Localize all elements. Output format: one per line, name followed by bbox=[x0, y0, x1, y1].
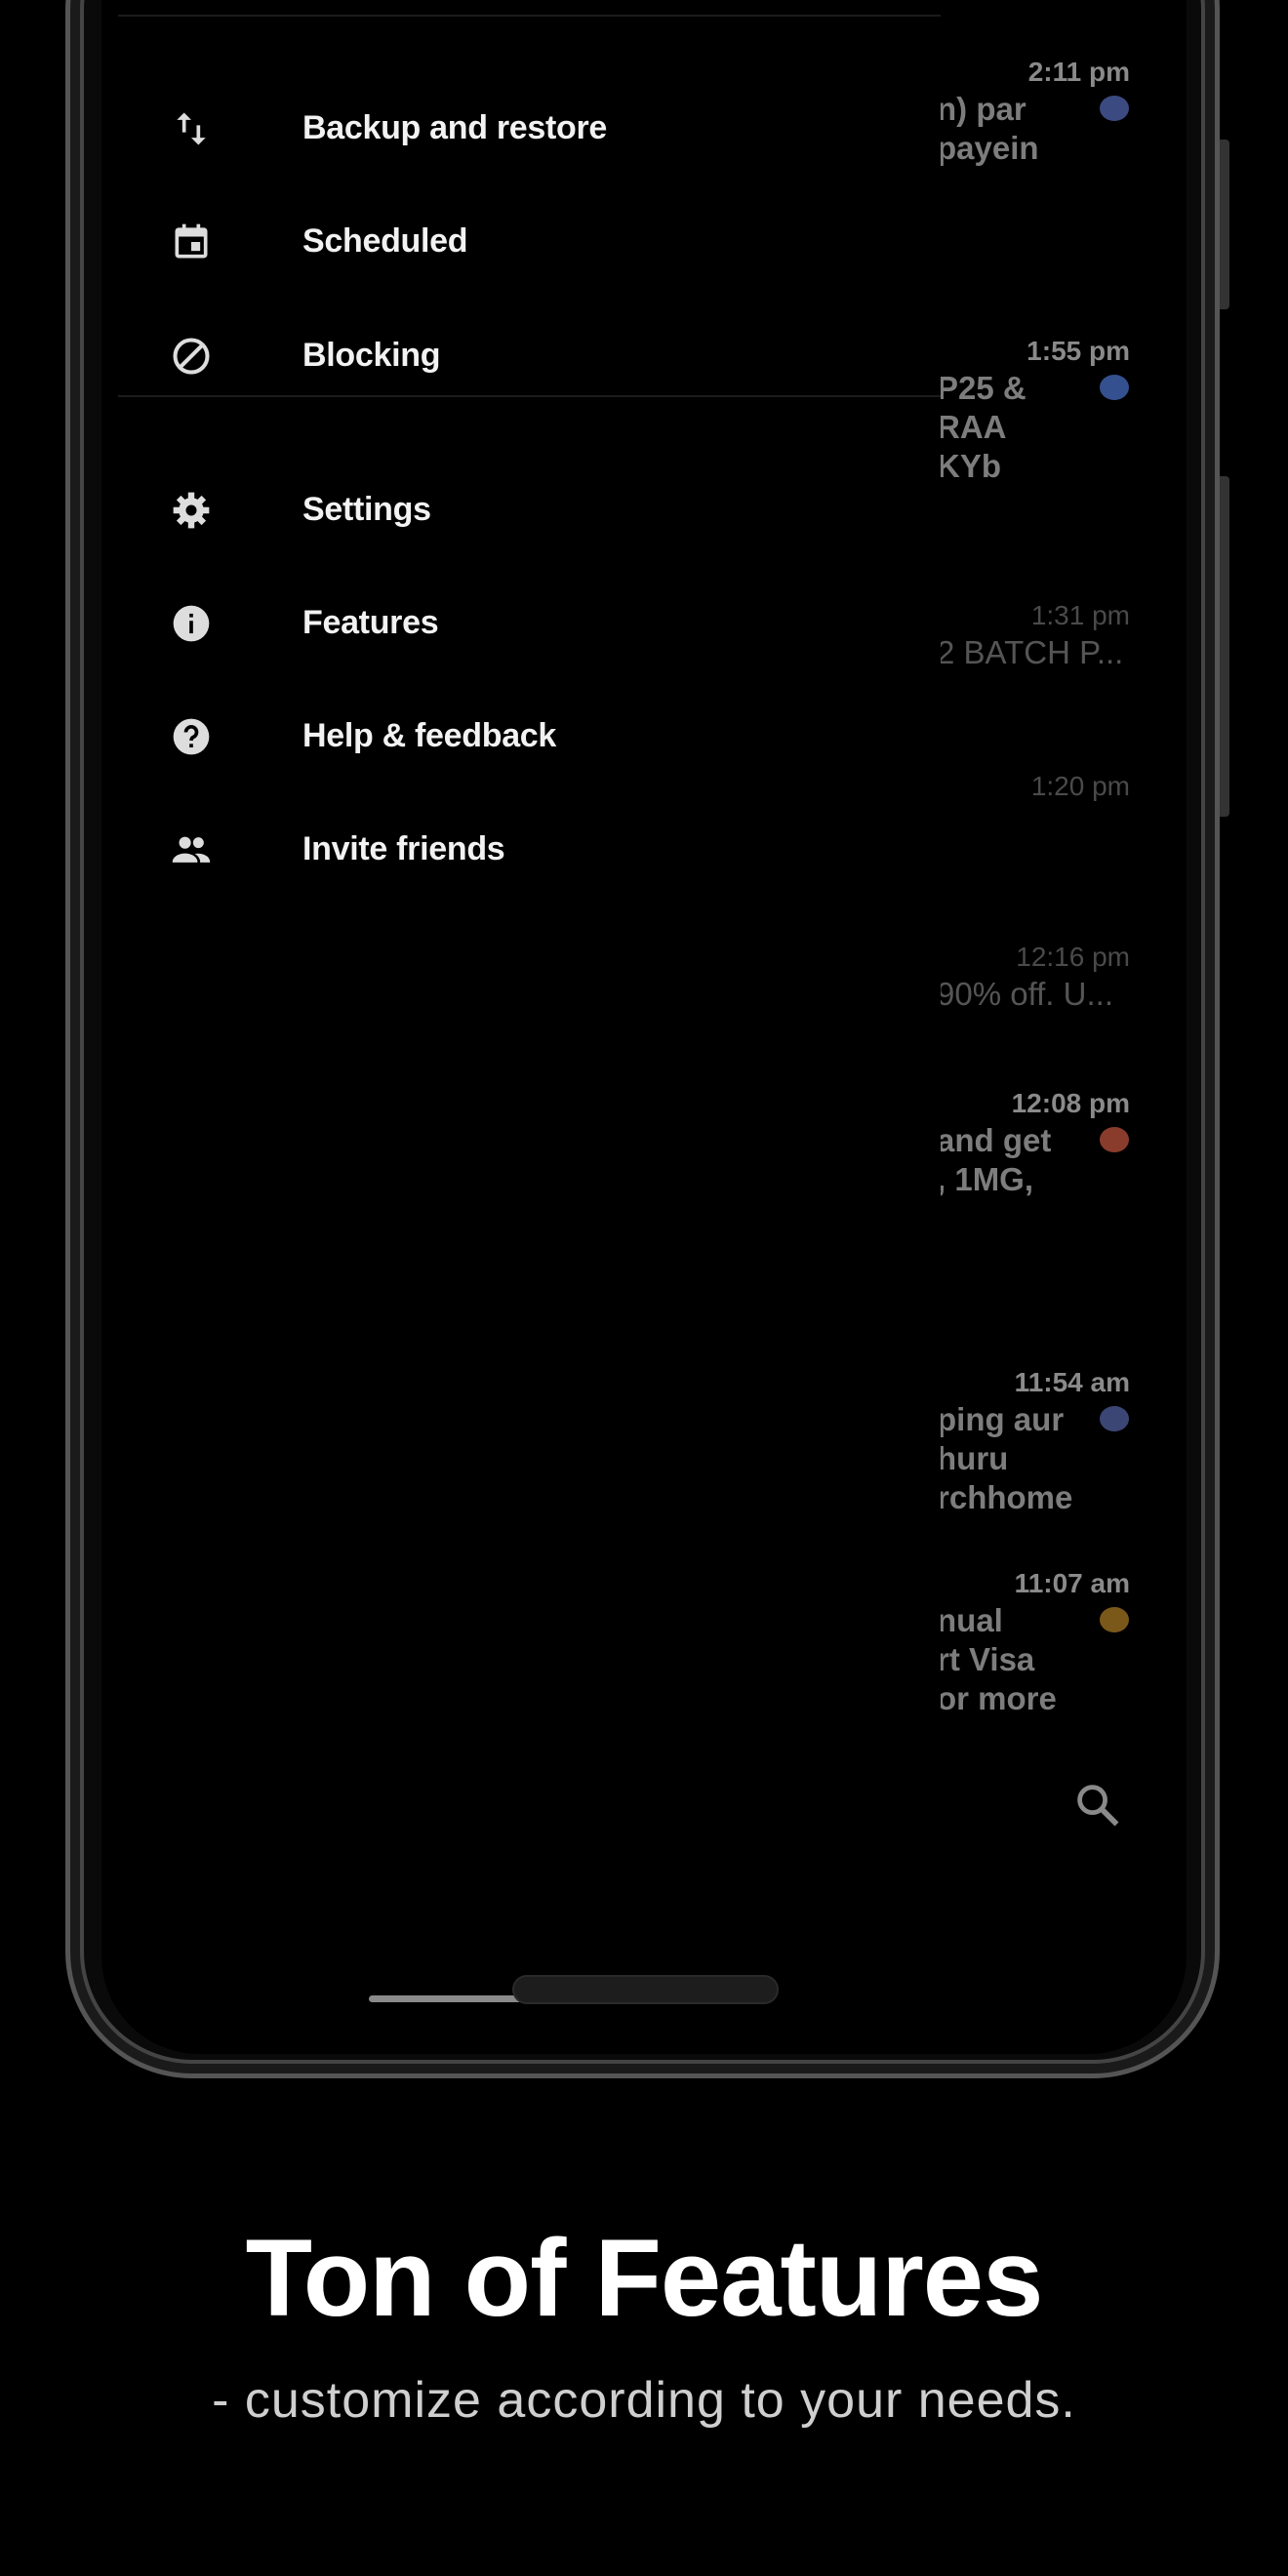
message-snippet: 2 BATCH P... bbox=[937, 634, 1124, 670]
drawer-item-blocking[interactable]: Blocking bbox=[118, 317, 941, 395]
unread-dot bbox=[1100, 1127, 1129, 1152]
promo-subtitle: - customize according to your needs. bbox=[212, 2372, 1076, 2429]
drawer-item-label: Features bbox=[302, 604, 439, 641]
gear-icon bbox=[173, 492, 210, 529]
drawer-item-features[interactable]: Features bbox=[118, 584, 941, 663]
drawer-item-label: Backup and restore bbox=[302, 109, 608, 146]
people-icon bbox=[172, 836, 211, 863]
message-snippet: RAA bbox=[937, 409, 1007, 445]
drawer-item-label: Settings bbox=[302, 491, 431, 528]
conversation-time: 2:11 pm bbox=[1027, 57, 1130, 87]
block-icon bbox=[173, 338, 210, 375]
volume-button bbox=[1220, 140, 1229, 309]
message-snippet: P25 & bbox=[937, 370, 1026, 406]
drawer-item-backup-and-restore[interactable]: Backup and restore bbox=[118, 90, 941, 168]
message-snippet: and get bbox=[937, 1122, 1052, 1158]
drawer-item-scheduled[interactable]: Scheduled bbox=[118, 203, 941, 281]
power-button bbox=[1220, 476, 1229, 817]
message-snippet: rchhome bbox=[937, 1479, 1073, 1515]
phone-screen: 2:11 pm n) par payein 1:55 pm P25 & RAA KYb 1:3… bbox=[101, 0, 1187, 2054]
drawer-item-help-feedback[interactable]: Help & feedback bbox=[118, 698, 941, 776]
conversation-time: 1:20 pm bbox=[1030, 771, 1130, 801]
message-snippet: ping aur bbox=[937, 1401, 1065, 1437]
calendar-icon bbox=[175, 223, 208, 259]
info-icon bbox=[173, 605, 210, 642]
drawer-item-label: Help & feedback bbox=[302, 717, 557, 754]
divider bbox=[118, 395, 941, 397]
message-snippet: nual bbox=[937, 1602, 1003, 1638]
conversation-time: 1:31 pm bbox=[1030, 600, 1130, 630]
drawer-item-invite-friends[interactable]: Invite friends bbox=[118, 811, 941, 889]
navigation-drawer: Archived Backup and restore Scheduled Block… bbox=[118, 0, 941, 1952]
message-snippet: or more bbox=[937, 1680, 1057, 1716]
drawer-item-settings[interactable]: Settings bbox=[118, 471, 941, 549]
divider bbox=[118, 15, 941, 17]
unread-dot bbox=[1100, 1406, 1129, 1431]
message-snippet: , 1MG, bbox=[937, 1161, 1034, 1197]
drawer-item-label: Invite friends bbox=[302, 830, 505, 867]
conversation-time: 12:16 pm bbox=[1016, 942, 1130, 972]
unread-dot bbox=[1100, 1607, 1129, 1632]
message-snippet: huru bbox=[937, 1440, 1009, 1476]
drawer-item-archived[interactable]: Archived bbox=[118, 0, 941, 14]
message-snippet: payein bbox=[937, 130, 1039, 166]
conversation-time: 11:54 am bbox=[1014, 1367, 1130, 1397]
drawer-item-label: Blocking bbox=[302, 337, 441, 374]
message-snippet: KYb bbox=[937, 448, 1001, 484]
conversation-time: 11:07 am bbox=[1014, 1568, 1130, 1598]
conversation-time: 12:08 pm bbox=[1011, 1088, 1130, 1118]
conversation-time: 1:55 pm bbox=[1026, 336, 1130, 366]
help-icon bbox=[173, 718, 210, 755]
speaker-grill bbox=[512, 1975, 779, 2004]
message-snippet: n) par bbox=[937, 91, 1026, 127]
drawer-item-label: Scheduled bbox=[302, 222, 468, 260]
message-snippet: 90% off. U... bbox=[937, 976, 1113, 1012]
unread-dot bbox=[1100, 375, 1129, 400]
unread-dot bbox=[1100, 96, 1129, 121]
promo-title: Ton of Features bbox=[245, 2217, 1044, 2339]
message-snippet: rt Visa bbox=[937, 1641, 1035, 1677]
search-icon[interactable] bbox=[1072, 1780, 1123, 1831]
swap-vertical-icon bbox=[177, 112, 206, 145]
